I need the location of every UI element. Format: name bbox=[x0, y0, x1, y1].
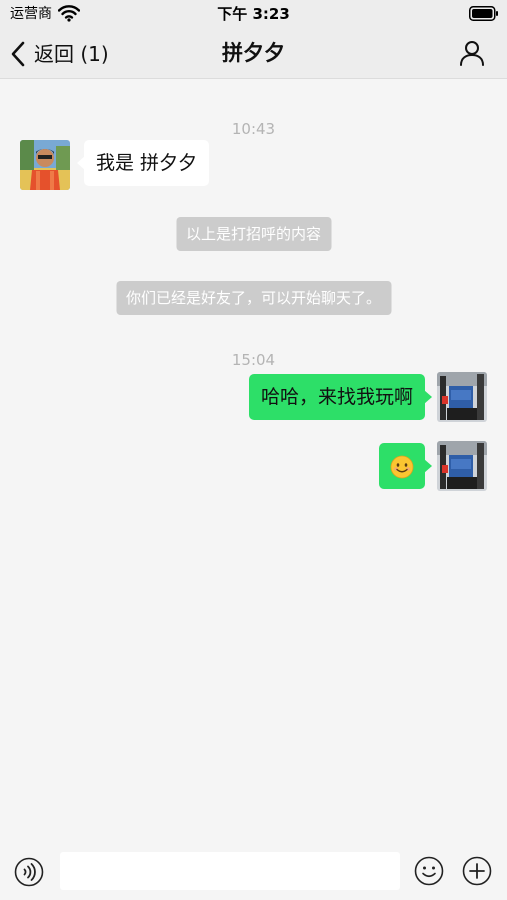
battery-icon bbox=[469, 6, 498, 21]
person-icon[interactable] bbox=[459, 40, 485, 66]
outgoing-message-bubble[interactable]: 哈哈，来找我玩啊 bbox=[248, 374, 433, 420]
chat-title: 拼夕夕 bbox=[222, 41, 285, 65]
message-input[interactable] bbox=[60, 852, 400, 890]
chat-area[interactable]: 10:43 我是 拼夕夕 以上是打招呼的内容 你们已经是好友了，可以开始聊天了。… bbox=[0, 79, 507, 845]
voice-icon[interactable] bbox=[14, 857, 44, 887]
plus-icon[interactable] bbox=[462, 856, 492, 886]
navigation-bar: 返回 (1) 拼夕夕 bbox=[0, 30, 507, 79]
emoji-icon[interactable] bbox=[414, 856, 444, 886]
timestamp: 10:43 bbox=[231, 120, 276, 138]
system-message: 你们已经是好友了，可以开始聊天了。 bbox=[115, 281, 392, 315]
incoming-message-bubble[interactable]: 我是 拼夕夕 bbox=[76, 140, 210, 186]
clock: 下午 3:23 bbox=[217, 5, 290, 23]
input-bar bbox=[0, 845, 507, 900]
smiling-face-emoji bbox=[390, 455, 414, 478]
my-avatar[interactable] bbox=[437, 372, 487, 422]
system-message: 以上是打招呼的内容 bbox=[175, 217, 332, 251]
timestamp: 15:04 bbox=[231, 351, 276, 369]
contact-avatar[interactable] bbox=[20, 140, 70, 190]
outgoing-emoji-bubble[interactable] bbox=[379, 443, 432, 489]
my-avatar[interactable] bbox=[437, 441, 487, 491]
status-bar: 运营商 下午 3:23 bbox=[0, 0, 507, 30]
